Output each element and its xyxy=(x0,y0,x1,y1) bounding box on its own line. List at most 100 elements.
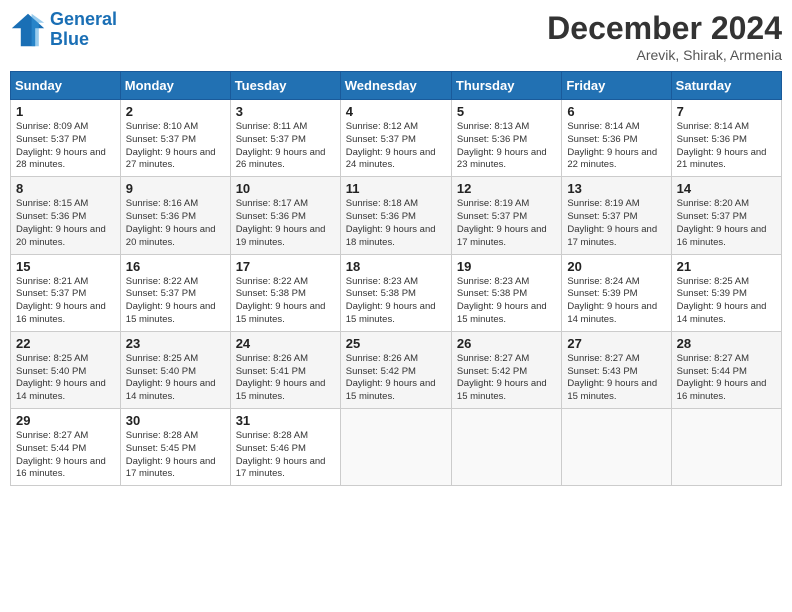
calendar-cell: 4 Sunrise: 8:12 AMSunset: 5:37 PMDaylight… xyxy=(340,100,451,177)
calendar-cell: 21 Sunrise: 8:25 AMSunset: 5:39 PMDayligh… xyxy=(671,254,781,331)
day-info: Sunrise: 8:18 AMSunset: 5:36 PMDaylight:… xyxy=(346,198,446,249)
calendar-cell: 24 Sunrise: 8:26 AMSunset: 5:41 PMDayligh… xyxy=(230,331,340,408)
calendar-cell: 13 Sunrise: 8:19 AMSunset: 5:37 PMDayligh… xyxy=(562,177,671,254)
calendar-cell: 25Sunrise: 8:26 AMSunset: 5:42 PMDayligh… xyxy=(340,331,451,408)
day-info: Sunrise: 8:26 AMSunset: 5:41 PMDaylight:… xyxy=(236,353,335,404)
day-number: 20 xyxy=(567,259,665,274)
day-number: 24 xyxy=(236,336,335,351)
day-info: Sunrise: 8:11 AMSunset: 5:37 PMDaylight:… xyxy=(236,121,335,172)
day-info: Sunrise: 8:25 AMSunset: 5:40 PMDaylight:… xyxy=(126,353,225,404)
calendar-cell: 26 Sunrise: 8:27 AMSunset: 5:42 PMDayligh… xyxy=(451,331,561,408)
day-number: 15 xyxy=(16,259,115,274)
calendar-header-sunday: Sunday xyxy=(11,72,121,100)
day-number: 30 xyxy=(126,413,225,428)
calendar-week-2: 8 Sunrise: 8:15 AMSunset: 5:36 PMDaylight… xyxy=(11,177,782,254)
calendar-cell: 18 Sunrise: 8:23 AMSunset: 5:38 PMDayligh… xyxy=(340,254,451,331)
header: General Blue December 2024 Arevik, Shira… xyxy=(10,10,782,63)
day-number: 10 xyxy=(236,181,335,196)
day-info: Sunrise: 8:13 AMSunset: 5:36 PMDaylight:… xyxy=(457,121,556,172)
logo-text: General Blue xyxy=(50,10,117,50)
calendar-cell xyxy=(671,409,781,486)
day-info: Sunrise: 8:23 AMSunset: 5:38 PMDaylight:… xyxy=(346,276,446,327)
day-number: 28 xyxy=(677,336,776,351)
calendar-cell: 30 Sunrise: 8:28 AMSunset: 5:45 PMDayligh… xyxy=(120,409,230,486)
day-number: 25 xyxy=(346,336,446,351)
calendar-cell: 9 Sunrise: 8:16 AMSunset: 5:36 PMDaylight… xyxy=(120,177,230,254)
calendar-cell: 22Sunrise: 8:25 AMSunset: 5:40 PMDayligh… xyxy=(11,331,121,408)
calendar-cell: 27 Sunrise: 8:27 AMSunset: 5:43 PMDayligh… xyxy=(562,331,671,408)
calendar-table: SundayMondayTuesdayWednesdayThursdayFrid… xyxy=(10,71,782,486)
day-info: Sunrise: 8:28 AMSunset: 5:45 PMDaylight:… xyxy=(126,430,225,481)
calendar-header-saturday: Saturday xyxy=(671,72,781,100)
day-info: Sunrise: 8:25 AMSunset: 5:40 PMDaylight:… xyxy=(16,353,115,404)
calendar-cell: 29Sunrise: 8:27 AMSunset: 5:44 PMDayligh… xyxy=(11,409,121,486)
day-number: 17 xyxy=(236,259,335,274)
day-info: Sunrise: 8:14 AMSunset: 5:36 PMDaylight:… xyxy=(567,121,665,172)
day-number: 1 xyxy=(16,104,115,119)
day-number: 3 xyxy=(236,104,335,119)
day-info: Sunrise: 8:12 AMSunset: 5:37 PMDaylight:… xyxy=(346,121,446,172)
day-info: Sunrise: 8:27 AMSunset: 5:43 PMDaylight:… xyxy=(567,353,665,404)
day-info: Sunrise: 8:27 AMSunset: 5:44 PMDaylight:… xyxy=(16,430,115,481)
calendar-cell: 7 Sunrise: 8:14 AMSunset: 5:36 PMDaylight… xyxy=(671,100,781,177)
day-info: Sunrise: 8:16 AMSunset: 5:36 PMDaylight:… xyxy=(126,198,225,249)
day-info: Sunrise: 8:14 AMSunset: 5:36 PMDaylight:… xyxy=(677,121,776,172)
calendar-cell: 12Sunrise: 8:19 AMSunset: 5:37 PMDayligh… xyxy=(451,177,561,254)
calendar-header-row: SundayMondayTuesdayWednesdayThursdayFrid… xyxy=(11,72,782,100)
calendar-cell: 6Sunrise: 8:14 AMSunset: 5:36 PMDaylight… xyxy=(562,100,671,177)
calendar-cell: 14Sunrise: 8:20 AMSunset: 5:37 PMDayligh… xyxy=(671,177,781,254)
day-info: Sunrise: 8:09 AMSunset: 5:37 PMDaylight:… xyxy=(16,121,115,172)
logo-line1: General xyxy=(50,9,117,29)
calendar-header-monday: Monday xyxy=(120,72,230,100)
day-number: 13 xyxy=(567,181,665,196)
day-number: 5 xyxy=(457,104,556,119)
calendar-header-wednesday: Wednesday xyxy=(340,72,451,100)
day-number: 18 xyxy=(346,259,446,274)
logo-icon xyxy=(10,12,46,48)
day-number: 9 xyxy=(126,181,225,196)
day-info: Sunrise: 8:27 AMSunset: 5:42 PMDaylight:… xyxy=(457,353,556,404)
day-info: Sunrise: 8:17 AMSunset: 5:36 PMDaylight:… xyxy=(236,198,335,249)
day-number: 14 xyxy=(677,181,776,196)
day-number: 21 xyxy=(677,259,776,274)
day-info: Sunrise: 8:19 AMSunset: 5:37 PMDaylight:… xyxy=(567,198,665,249)
calendar-cell xyxy=(340,409,451,486)
calendar-cell xyxy=(562,409,671,486)
day-number: 4 xyxy=(346,104,446,119)
day-info: Sunrise: 8:15 AMSunset: 5:36 PMDaylight:… xyxy=(16,198,115,249)
logo: General Blue xyxy=(10,10,117,50)
day-info: Sunrise: 8:27 AMSunset: 5:44 PMDaylight:… xyxy=(677,353,776,404)
calendar-cell: 20 Sunrise: 8:24 AMSunset: 5:39 PMDayligh… xyxy=(562,254,671,331)
calendar-cell xyxy=(451,409,561,486)
calendar-cell: 2 Sunrise: 8:10 AMSunset: 5:37 PMDaylight… xyxy=(120,100,230,177)
day-number: 7 xyxy=(677,104,776,119)
calendar-header-friday: Friday xyxy=(562,72,671,100)
day-number: 2 xyxy=(126,104,225,119)
day-info: Sunrise: 8:21 AMSunset: 5:37 PMDaylight:… xyxy=(16,276,115,327)
logo-line2: Blue xyxy=(50,29,89,49)
day-number: 16 xyxy=(126,259,225,274)
day-info: Sunrise: 8:24 AMSunset: 5:39 PMDaylight:… xyxy=(567,276,665,327)
day-info: Sunrise: 8:25 AMSunset: 5:39 PMDaylight:… xyxy=(677,276,776,327)
day-number: 26 xyxy=(457,336,556,351)
calendar-cell: 11 Sunrise: 8:18 AMSunset: 5:36 PMDayligh… xyxy=(340,177,451,254)
calendar-cell: 28 Sunrise: 8:27 AMSunset: 5:44 PMDayligh… xyxy=(671,331,781,408)
day-info: Sunrise: 8:10 AMSunset: 5:37 PMDaylight:… xyxy=(126,121,225,172)
day-number: 12 xyxy=(457,181,556,196)
calendar-header-thursday: Thursday xyxy=(451,72,561,100)
calendar-week-1: 1 Sunrise: 8:09 AMSunset: 5:37 PMDaylight… xyxy=(11,100,782,177)
page: General Blue December 2024 Arevik, Shira… xyxy=(0,0,792,612)
day-number: 27 xyxy=(567,336,665,351)
calendar-cell: 15 Sunrise: 8:21 AMSunset: 5:37 PMDayligh… xyxy=(11,254,121,331)
month-title: December 2024 xyxy=(547,10,782,47)
calendar-week-4: 22Sunrise: 8:25 AMSunset: 5:40 PMDayligh… xyxy=(11,331,782,408)
day-number: 8 xyxy=(16,181,115,196)
calendar-week-5: 29Sunrise: 8:27 AMSunset: 5:44 PMDayligh… xyxy=(11,409,782,486)
calendar-cell: 3 Sunrise: 8:11 AMSunset: 5:37 PMDaylight… xyxy=(230,100,340,177)
calendar-cell: 5 Sunrise: 8:13 AMSunset: 5:36 PMDaylight… xyxy=(451,100,561,177)
calendar-cell: 17Sunrise: 8:22 AMSunset: 5:38 PMDayligh… xyxy=(230,254,340,331)
calendar-cell: 16Sunrise: 8:22 AMSunset: 5:37 PMDayligh… xyxy=(120,254,230,331)
day-number: 11 xyxy=(346,181,446,196)
calendar-cell: 31Sunrise: 8:28 AMSunset: 5:46 PMDayligh… xyxy=(230,409,340,486)
day-info: Sunrise: 8:28 AMSunset: 5:46 PMDaylight:… xyxy=(236,430,335,481)
